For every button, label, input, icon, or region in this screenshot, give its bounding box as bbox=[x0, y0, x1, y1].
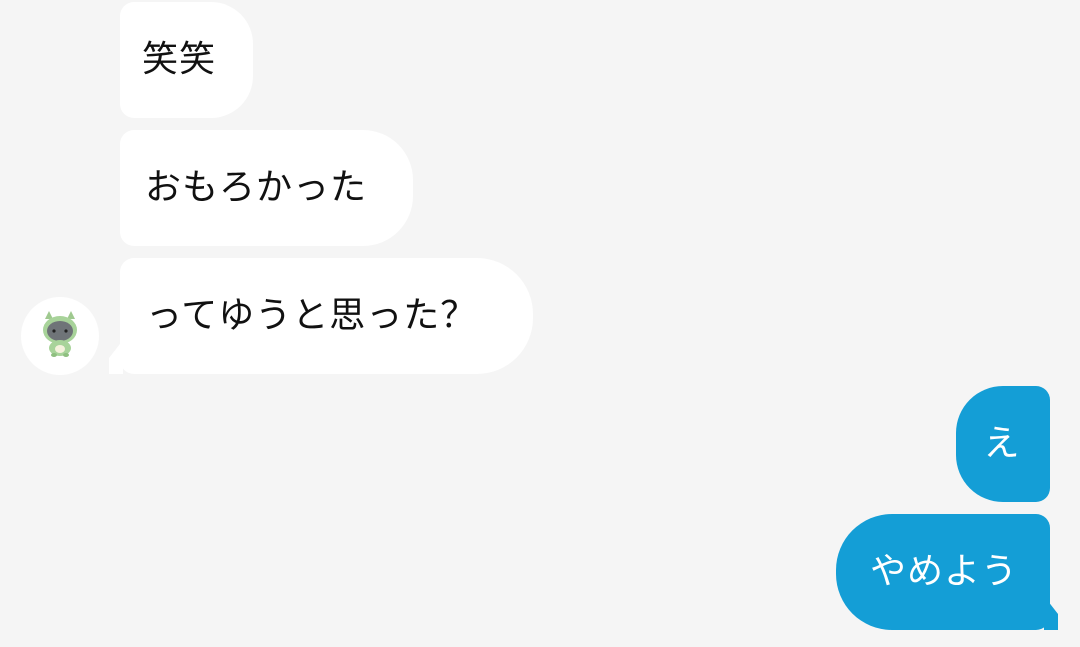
message-text: え bbox=[983, 423, 1021, 464]
chat-thread: 笑笑 おもろかった ってゆうと思った？ え やめよう bbox=[0, 0, 1080, 647]
outgoing-message-bubble[interactable]: やめよう bbox=[836, 514, 1050, 630]
dragon-character-icon bbox=[43, 311, 77, 357]
message-text: 笑笑 bbox=[142, 39, 217, 80]
incoming-message-bubble[interactable]: おもろかった bbox=[120, 130, 413, 246]
message-text: やめよう bbox=[870, 551, 1019, 592]
incoming-message-bubble[interactable]: 笑笑 bbox=[120, 2, 253, 118]
outgoing-message-bubble[interactable]: え bbox=[956, 386, 1050, 502]
message-text: おもろかった bbox=[145, 167, 368, 208]
incoming-message-bubble[interactable]: ってゆうと思った？ bbox=[120, 258, 533, 374]
message-text: ってゆうと思った？ bbox=[146, 295, 478, 336]
contact-avatar[interactable] bbox=[21, 297, 99, 375]
